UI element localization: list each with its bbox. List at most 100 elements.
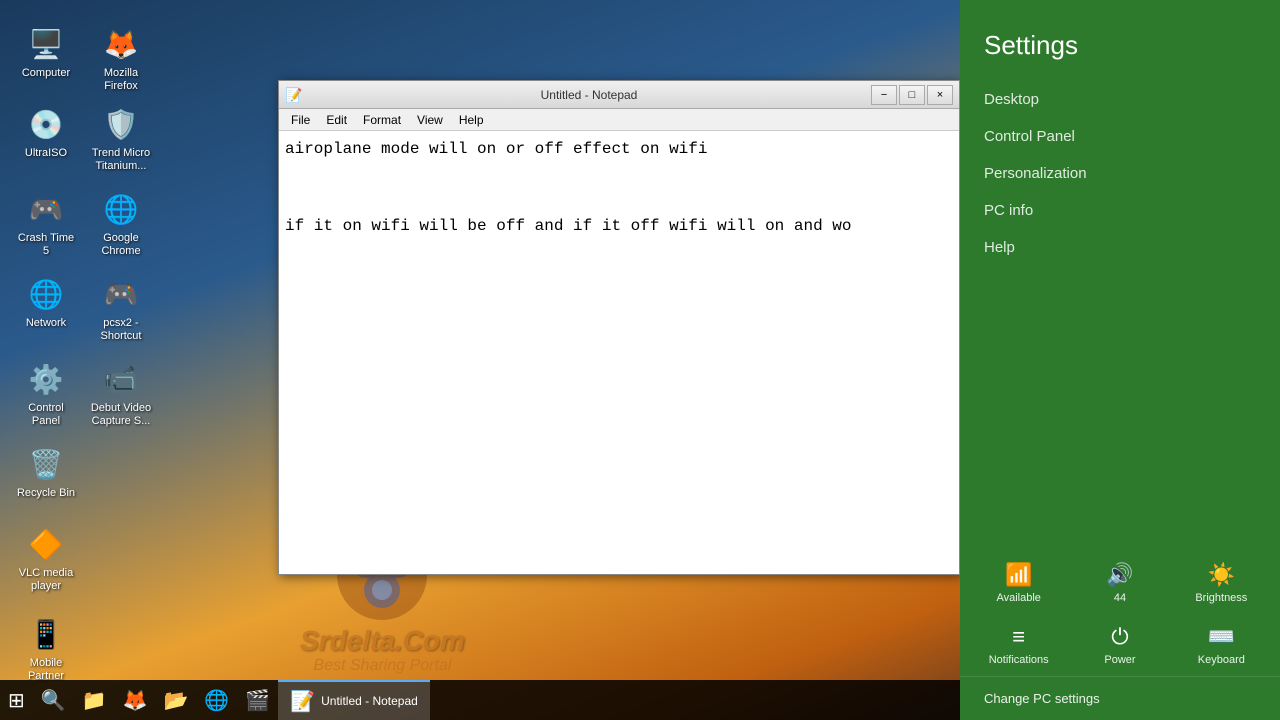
close-button[interactable]: × (927, 85, 953, 105)
settings-menu-help[interactable]: Help (960, 229, 1280, 266)
taskbar-notepad[interactable]: 📝 Untitled - Notepad (278, 680, 430, 720)
computer-label: Computer (22, 67, 70, 80)
maximize-button[interactable]: □ (899, 85, 925, 105)
settings-title: Settings (960, 0, 1280, 81)
menu-view[interactable]: View (409, 111, 451, 129)
ultraiso-label: UltraISO (25, 147, 67, 160)
recycle-icon: 🗑️ (26, 444, 66, 484)
settings-power-btn[interactable]: ⏻ Power (1069, 614, 1170, 676)
notepad-title: Untitled - Notepad (307, 88, 871, 102)
desktop: 🖥️ Computer 🦊 Mozilla Firefox 💿 UltraISO… (0, 0, 1280, 720)
vlc-icon: 🔶 (26, 524, 66, 564)
menu-help[interactable]: Help (451, 111, 492, 129)
desktop-icon-mobile[interactable]: 📱 Mobile Partner (10, 610, 82, 687)
notepad-titlebar[interactable]: 📝 Untitled - Notepad − □ × (279, 81, 959, 109)
taskbar-video[interactable]: 🎬 (237, 680, 278, 720)
settings-menu-personalization[interactable]: Personalization (960, 155, 1280, 192)
settings-menu-controlpanel[interactable]: Control Panel (960, 118, 1280, 155)
settings-keyboard-btn[interactable]: ⌨️ Keyboard (1171, 614, 1272, 676)
power-label: Power (1104, 654, 1135, 666)
brightness-label: Brightness (1195, 592, 1247, 604)
taskbar: ⊞ 🔍 📁 🦊 📂 🌐 🎬 📝 Untitled - Notepad (0, 680, 960, 720)
desktop-icon-recycle[interactable]: 🗑️ Recycle Bin (10, 440, 82, 504)
search-icon: 🔍 (41, 688, 66, 713)
settings-panel: Settings Desktop Control Panel Personali… (960, 0, 1280, 720)
pcsx2-icon: 🎮 (101, 274, 141, 314)
desktop-icon-chrome[interactable]: 🌐 Google Chrome (85, 185, 157, 262)
watermark-sub-text: Best Sharing Portal (314, 657, 452, 675)
keyboard-label: Keyboard (1198, 654, 1245, 666)
taskbar-firefox-icon: 🦊 (123, 688, 148, 713)
settings-bottom-icons: 📶 Available 🔊 44 ☀️ Brightness ≡ Notific… (960, 544, 1280, 676)
debut-icon: 📹 (101, 359, 141, 399)
power-icon: ⏻ (1111, 624, 1128, 650)
desktop-icon-crashtime[interactable]: 🎮 Crash Time 5 (10, 185, 82, 262)
settings-volume-btn[interactable]: 🔊 44 (1069, 552, 1170, 614)
firefox-label: Mozilla Firefox (89, 67, 153, 93)
taskbar-notepad-label: Untitled - Notepad (321, 694, 418, 708)
notepad-controls: − □ × (871, 85, 953, 105)
taskbar-video-icon: 🎬 (245, 688, 270, 713)
desktop-icon-pcsx2[interactable]: 🎮 pcsx2 - Shortcut (85, 270, 157, 347)
desktop-icon-firefox[interactable]: 🦊 Mozilla Firefox (85, 20, 157, 97)
desktop-icon-trendmicro[interactable]: 🛡️ Trend Micro Titanium... (85, 100, 157, 177)
desktop-icon-network[interactable]: 🌐 Network (10, 270, 82, 334)
notifications-icon: ≡ (1012, 624, 1025, 650)
taskbar-files-icon: 📂 (163, 688, 188, 713)
desktop-icon-computer[interactable]: 🖥️ Computer (10, 20, 82, 84)
mobile-icon: 📱 (26, 614, 66, 654)
network-icon: 🌐 (26, 274, 66, 314)
notepad-window: 📝 Untitled - Notepad − □ × File Edit For… (278, 80, 960, 575)
taskbar-firefox[interactable]: 🦊 (115, 680, 156, 720)
vlc-label: VLC media player (14, 567, 78, 593)
controlpanel-icon: ⚙️ (26, 359, 66, 399)
firefox-icon: 🦊 (101, 24, 141, 64)
notepad-menubar: File Edit Format View Help (279, 109, 959, 131)
taskbar-files[interactable]: 📂 (155, 680, 196, 720)
desktop-icon-vlc[interactable]: 🔶 VLC media player (10, 520, 82, 597)
debut-label: Debut Video Capture S... (89, 402, 153, 428)
notepad-icon: 📝 (285, 87, 301, 103)
watermark-main-text: Srdelta.Com (300, 625, 465, 657)
brightness-icon: ☀️ (1208, 562, 1235, 588)
settings-notifications-btn[interactable]: ≡ Notifications (968, 614, 1069, 676)
available-label: Available (996, 592, 1040, 604)
change-pc-settings-link[interactable]: Change PC settings (960, 676, 1280, 720)
settings-brightness-btn[interactable]: ☀️ Brightness (1171, 552, 1272, 614)
controlpanel-label: Control Panel (14, 402, 78, 428)
chrome-label: Google Chrome (89, 232, 153, 258)
folder-icon: 📁 (82, 688, 107, 713)
notepad-textarea[interactable] (279, 131, 959, 574)
menu-file[interactable]: File (283, 111, 318, 129)
chrome-icon: 🌐 (101, 189, 141, 229)
taskbar-notepad-icon: 📝 (290, 689, 315, 714)
desktop-icon-debut[interactable]: 📹 Debut Video Capture S... (85, 355, 157, 432)
network-label: Network (26, 317, 66, 330)
volume-label: 44 (1114, 592, 1126, 604)
wifi-icon: 📶 (1005, 562, 1032, 588)
taskbar-chrome[interactable]: 🌐 (196, 680, 237, 720)
trendmicro-icon: 🛡️ (101, 104, 141, 144)
menu-format[interactable]: Format (355, 111, 409, 129)
settings-available-btn[interactable]: 📶 Available (968, 552, 1069, 614)
recycle-label: Recycle Bin (17, 487, 75, 500)
ultraiso-icon: 💿 (26, 104, 66, 144)
settings-menu-desktop[interactable]: Desktop (960, 81, 1280, 118)
taskbar-fileexplorer[interactable]: 📁 (74, 680, 115, 720)
desktop-icon-ultraiso[interactable]: 💿 UltraISO (10, 100, 82, 164)
pcsx2-label: pcsx2 - Shortcut (89, 317, 153, 343)
windows-icon: ⊞ (8, 688, 25, 713)
taskbar-chrome-icon: 🌐 (204, 688, 229, 713)
menu-edit[interactable]: Edit (318, 111, 355, 129)
volume-icon: 🔊 (1106, 562, 1133, 588)
start-button[interactable]: ⊞ (0, 680, 33, 720)
settings-menu-pcinfo[interactable]: PC info (960, 192, 1280, 229)
taskbar-search[interactable]: 🔍 (33, 680, 74, 720)
minimize-button[interactable]: − (871, 85, 897, 105)
computer-icon: 🖥️ (26, 24, 66, 64)
notifications-label: Notifications (989, 654, 1049, 666)
crashtime-label: Crash Time 5 (14, 232, 78, 258)
crashtime-icon: 🎮 (26, 189, 66, 229)
keyboard-icon: ⌨️ (1208, 624, 1235, 650)
desktop-icon-controlpanel[interactable]: ⚙️ Control Panel (10, 355, 82, 432)
